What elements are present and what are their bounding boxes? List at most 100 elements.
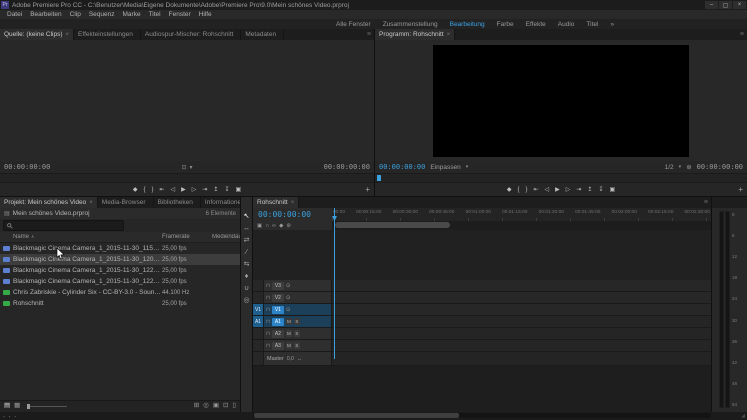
project-item-row[interactable]: Blackmagic Cinema Camera_1_2015-11-30_11… xyxy=(0,243,240,254)
column-header-media-duration[interactable]: Mediendauer xyxy=(212,234,240,240)
panel-tab[interactable]: Media-Browser xyxy=(98,197,154,208)
panel-menu-icon[interactable]: ≡ xyxy=(737,29,747,40)
solo-button[interactable]: S xyxy=(293,318,300,325)
go-to-in-button[interactable]: ⇤ xyxy=(159,187,164,193)
timeline-settings-button[interactable]: ⊛ xyxy=(286,223,291,229)
delete-button[interactable]: ▯ xyxy=(232,403,236,410)
track-lane[interactable] xyxy=(332,304,711,315)
time-ruler[interactable]: 00:00 00:00:15:00 00:00:30:00 00:00:45:00 00… xyxy=(332,208,711,221)
workspace-tab[interactable]: Zusammenstellung xyxy=(377,21,444,28)
workspace-tab[interactable]: Effekte xyxy=(520,21,552,28)
button-editor-add-icon[interactable]: + xyxy=(738,185,743,194)
track-badge[interactable]: V3 xyxy=(271,281,284,290)
add-marker-button[interactable]: ◆ xyxy=(507,187,512,193)
step-back-button[interactable]: ◁ xyxy=(171,187,176,193)
menu-item[interactable]: Bearbeiten xyxy=(26,11,65,18)
track-lane[interactable] xyxy=(332,352,711,365)
export-frame-button[interactable]: ▣ xyxy=(609,187,615,193)
close-tab-icon[interactable]: × xyxy=(66,32,70,38)
step-back-button[interactable]: ◁ xyxy=(545,187,550,193)
source-patch[interactable]: V1 xyxy=(253,304,264,315)
project-item-row[interactable]: Blackmagic Cinema Camera_1_2015-11-30_12… xyxy=(0,276,240,287)
workspace-tab[interactable]: Alle Fenster xyxy=(330,21,377,28)
overwrite-button[interactable]: ↧ xyxy=(598,187,603,193)
mark-out-button[interactable]: } xyxy=(525,187,527,193)
zoom-scrollbar-thumb[interactable] xyxy=(335,222,450,228)
track-badge[interactable]: A2 xyxy=(271,329,284,338)
mark-in-button[interactable]: { xyxy=(143,187,145,193)
button-editor-add-icon[interactable]: + xyxy=(365,185,370,194)
source-patch[interactable] xyxy=(253,340,264,351)
project-item-row[interactable]: Blackmagic Cinema Camera_1_2015-11-30_12… xyxy=(0,254,240,265)
thumbnail-zoom-slider[interactable] xyxy=(27,404,68,409)
icon-view-button[interactable]: ▦ xyxy=(14,403,20,410)
snap-toggle-button[interactable]: ∩ xyxy=(265,223,269,229)
find-button[interactable]: ◎ xyxy=(203,403,209,410)
track-lock-icon[interactable]: ⊓ xyxy=(266,307,270,313)
track-badge[interactable]: A1 xyxy=(271,317,284,326)
menu-item[interactable]: Hilfe xyxy=(195,11,216,18)
panel-tab[interactable]: Bibliotheken xyxy=(154,197,201,208)
track-badge[interactable]: A3 xyxy=(271,341,284,350)
new-item-button[interactable]: ⊡ xyxy=(223,403,228,410)
project-file-name[interactable]: Mein schönes Video.prproj xyxy=(13,210,90,217)
minimize-button[interactable]: – xyxy=(705,1,718,9)
selection-tool[interactable]: ↖ xyxy=(244,213,250,221)
source-patch[interactable] xyxy=(253,292,264,303)
razor-tool[interactable]: ∕ xyxy=(246,249,247,257)
search-box[interactable] xyxy=(3,220,124,231)
export-frame-button[interactable]: ▣ xyxy=(235,187,241,193)
sequence-tab[interactable]: Rohschnitt × xyxy=(253,197,300,208)
add-marker-button[interactable]: ◆ xyxy=(133,187,138,193)
insert-button[interactable]: ↥ xyxy=(587,187,592,193)
timeline-zoom-scrollbar[interactable] xyxy=(332,221,711,230)
play-button[interactable]: ▶ xyxy=(555,187,560,193)
resize-grip-icon[interactable]: ◢ xyxy=(741,413,745,419)
maximize-button[interactable]: ▢ xyxy=(719,1,732,9)
close-tab-icon[interactable]: × xyxy=(89,200,93,206)
select-zoom-level-dropdown[interactable]: ⊡ xyxy=(181,164,186,171)
track-output-eye-icon[interactable]: ⊙ xyxy=(286,307,291,313)
panel-menu-icon[interactable]: ≡ xyxy=(364,29,374,40)
workspace-tab[interactable]: Bearbeitung xyxy=(444,21,491,28)
panel-tab[interactable]: Metadaten xyxy=(241,29,285,40)
panel-tab[interactable]: Informationen xyxy=(201,197,240,208)
panel-tab[interactable]: Programm: Rohschnitt × xyxy=(375,29,456,40)
play-button[interactable]: ▶ xyxy=(181,187,186,193)
zoom-slider-thumb[interactable] xyxy=(27,404,31,409)
search-input[interactable] xyxy=(15,220,123,231)
track-lane[interactable] xyxy=(332,280,711,291)
menu-item[interactable]: Clip xyxy=(66,11,85,18)
panel-menu-icon[interactable]: ≡ xyxy=(701,197,711,208)
track-select-forward-tool[interactable]: ↔ xyxy=(243,225,250,233)
program-scrubber[interactable] xyxy=(375,173,747,183)
timeline-playhead[interactable] xyxy=(334,208,335,359)
mark-out-button[interactable]: } xyxy=(151,187,153,193)
list-view-button[interactable]: ▤ xyxy=(4,403,10,410)
menu-item[interactable]: Sequenz xyxy=(85,11,119,18)
go-to-out-button[interactable]: ⇥ xyxy=(576,187,581,193)
project-item-row[interactable]: Chris Zabriskie - Cylinder Six - CC-BY-3… xyxy=(0,287,240,298)
zoom-tool[interactable]: ◎ xyxy=(243,297,249,305)
menu-item[interactable]: Marke xyxy=(119,11,145,18)
workspace-tab[interactable]: » xyxy=(604,21,620,28)
mark-in-button[interactable]: { xyxy=(517,187,519,193)
panel-tab[interactable]: Projekt: Mein schönes Video × xyxy=(0,197,98,208)
solo-button[interactable]: S xyxy=(293,330,300,337)
ripple-edit-tool[interactable]: ⇄ xyxy=(244,237,250,245)
mute-button[interactable]: M xyxy=(285,330,292,337)
dropdown-caret-icon[interactable]: ▾ xyxy=(190,164,193,171)
step-forward-button[interactable]: ▷ xyxy=(566,187,571,193)
track-lock-icon[interactable]: ⊓ xyxy=(266,319,270,325)
source-patch[interactable] xyxy=(253,280,264,291)
new-bin-button[interactable]: ▣ xyxy=(213,403,219,410)
linked-selection-toggle-button[interactable]: ∞ xyxy=(272,223,276,229)
panel-tab[interactable]: Effekteinstellungen xyxy=(74,29,141,40)
scrollbar-thumb[interactable] xyxy=(254,413,459,418)
column-header-framerate[interactable]: Framerate xyxy=(162,234,212,240)
go-to-out-button[interactable]: ⇥ xyxy=(202,187,207,193)
panel-tab[interactable]: Quelle: (keine Clips) × xyxy=(0,29,75,40)
source-timecode-current[interactable]: 00:00:00:00 xyxy=(4,163,50,171)
track-lane[interactable] xyxy=(332,292,711,303)
project-item-row[interactable]: Rohschnitt 25,00 fps xyxy=(0,298,240,309)
